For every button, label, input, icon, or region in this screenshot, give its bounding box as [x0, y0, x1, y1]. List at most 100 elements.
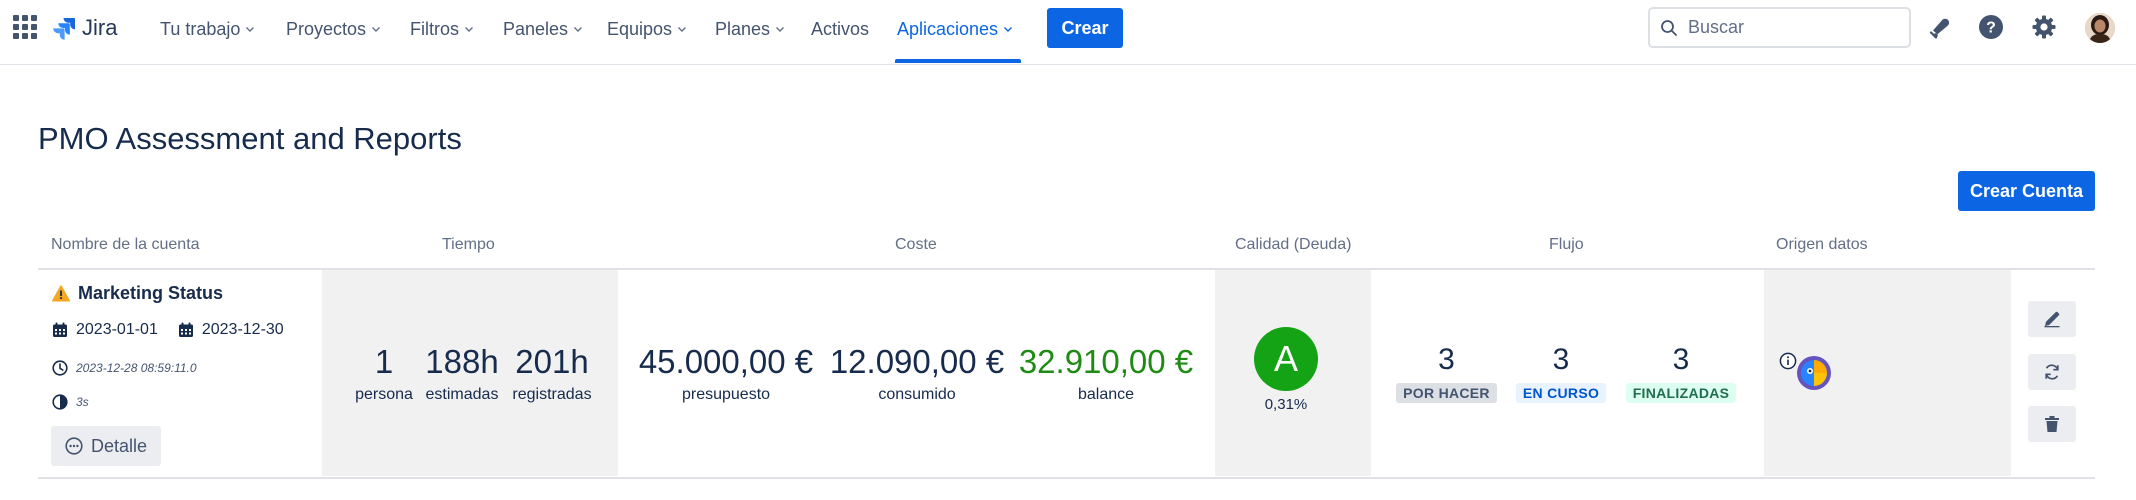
nav-aplicaciones[interactable]: Aplicaciones — [897, 0, 1013, 58]
column-header-account: Nombre de la cuenta — [51, 236, 200, 253]
metric-label: registradas — [512, 386, 592, 403]
calendar-icon — [53, 322, 67, 337]
info-icon[interactable] — [1779, 352, 1797, 370]
time-metric-estimated: 188h estimadas — [422, 344, 502, 404]
cost-metric-balance: 32.910,00 € balance — [1016, 344, 1196, 404]
jira-logo[interactable]: Jira — [52, 15, 117, 41]
cost-metric-consumed: 12.090,00 € consumido — [827, 344, 1007, 404]
chevron-down-icon — [574, 27, 583, 32]
quality-debt-percent: 0,31% — [1264, 396, 1308, 413]
column-header-quality: Calidad (Deuda) — [1235, 236, 1352, 253]
chevron-down-icon — [776, 27, 785, 32]
account-updated: 2023-12-28 08:59:11.0 — [52, 360, 197, 376]
nav-planes[interactable]: Planes — [715, 0, 785, 58]
nav-label: Paneles — [503, 18, 569, 39]
metric-label: estimadas — [425, 386, 499, 403]
notifications-icon[interactable] — [1925, 13, 1953, 41]
start-date: 2023-01-01 — [76, 321, 158, 338]
metric-value: 201h — [515, 343, 589, 380]
delete-button[interactable] — [2028, 406, 2076, 442]
trash-icon — [2045, 416, 2059, 432]
nav-paneles[interactable]: Paneles — [503, 0, 583, 58]
create-button[interactable]: Crear — [1047, 8, 1123, 48]
column-header-flow: Flujo — [1549, 236, 1584, 253]
metric-value: 1 — [374, 343, 394, 380]
edit-button[interactable] — [2028, 301, 2076, 337]
flow-todo: 3 POR HACER — [1395, 343, 1498, 403]
nav-equipos[interactable]: Equipos — [607, 0, 687, 58]
nav-label: Aplicaciones — [897, 18, 999, 39]
search-box[interactable] — [1648, 7, 1911, 48]
flow-in-progress: 3 EN CURSO — [1511, 343, 1611, 403]
end-date: 2023-12-30 — [201, 321, 284, 338]
nav-activos[interactable]: Activos — [811, 0, 869, 58]
quality-grade-badge: A — [1254, 327, 1318, 391]
time-metric-logged: 201h registradas — [500, 344, 604, 404]
account-name[interactable]: Marketing Status — [52, 283, 223, 304]
nav-tu-trabajo[interactable]: Tu trabajo — [160, 0, 255, 58]
nav-label: Equipos — [607, 18, 673, 39]
nav-label: Planes — [715, 18, 771, 39]
account-dates: 2023-01-01 2023-12-30 — [52, 321, 284, 339]
status-lozenge-in-progress: EN CURSO — [1515, 383, 1607, 403]
nav-label: Activos — [811, 18, 870, 39]
nav-label: Tu trabajo — [160, 18, 241, 39]
account-duration: 3s — [52, 394, 89, 410]
refresh-button[interactable] — [2028, 354, 2076, 390]
column-header-cost: Coste — [895, 236, 937, 253]
column-header-time: Tiempo — [442, 236, 495, 253]
time-metric-people: 1 persona — [344, 344, 424, 404]
status-lozenge-done: FINALIZADAS — [1625, 383, 1737, 403]
last-updated: 2023-12-28 08:59:11.0 — [76, 361, 197, 375]
avatar[interactable] — [2085, 13, 2115, 43]
calendar-icon — [178, 322, 193, 337]
metric-value: 12.090,00 € — [829, 343, 1005, 380]
nav-label: Proyectos — [286, 18, 367, 39]
more-icon — [65, 437, 83, 455]
product-name: Jira — [82, 15, 118, 40]
active-tab-indicator — [895, 59, 1021, 63]
detail-button-label: Detalle — [90, 435, 148, 456]
refresh-icon — [2045, 364, 2059, 380]
cost-metric-budget: 45.000,00 € presupuesto — [636, 344, 816, 404]
chevron-down-icon — [1004, 27, 1013, 32]
svg-text:?: ? — [1986, 20, 1996, 37]
search-input[interactable] — [1688, 17, 1888, 38]
metric-label: presupuesto — [681, 386, 771, 403]
metric-value: 32.910,00 € — [1018, 343, 1194, 380]
create-account-button[interactable]: Crear Cuenta — [1958, 171, 2095, 211]
chevron-down-icon — [465, 27, 473, 32]
metric-label: persona — [355, 386, 413, 403]
metric-value: 45.000,00 € — [638, 343, 814, 380]
jira-logo-icon — [53, 18, 75, 40]
nav-proyectos[interactable]: Proyectos — [286, 0, 381, 58]
chevron-down-icon — [372, 27, 381, 32]
flow-count: 3 — [1552, 343, 1570, 376]
metric-value: 188h — [425, 343, 499, 380]
nav-filtros[interactable]: Filtros — [410, 0, 474, 58]
account-name-label: Marketing Status — [78, 283, 224, 303]
top-navigation: Jira Tu trabajo Proyectos Filtros Panele… — [0, 0, 2136, 65]
app-switcher-icon[interactable] — [12, 14, 37, 39]
chevron-down-icon — [246, 27, 255, 32]
warning-icon — [52, 285, 70, 302]
metric-label: consumido — [878, 386, 956, 403]
run-duration: 3s — [76, 395, 89, 409]
clock-icon — [52, 360, 68, 376]
settings-icon[interactable] — [2030, 13, 2058, 41]
data-source-logo-icon — [1797, 356, 1831, 390]
page-title: PMO Assessment and Reports — [38, 121, 462, 156]
help-icon[interactable]: ? — [1977, 13, 2005, 41]
nav-label: Filtros — [410, 18, 459, 39]
chevron-down-icon — [678, 27, 687, 32]
flow-count: 3 — [1438, 343, 1455, 376]
status-lozenge-todo: POR HACER — [1396, 383, 1497, 403]
column-header-source: Origen datos — [1776, 236, 1868, 253]
row-divider — [38, 477, 2095, 479]
detail-button[interactable]: Detalle — [51, 426, 161, 466]
search-icon — [1661, 19, 1677, 36]
flow-count: 3 — [1672, 343, 1690, 376]
pencil-icon — [2044, 311, 2060, 328]
pie-progress-icon — [52, 394, 68, 410]
metric-label: balance — [1077, 386, 1135, 403]
